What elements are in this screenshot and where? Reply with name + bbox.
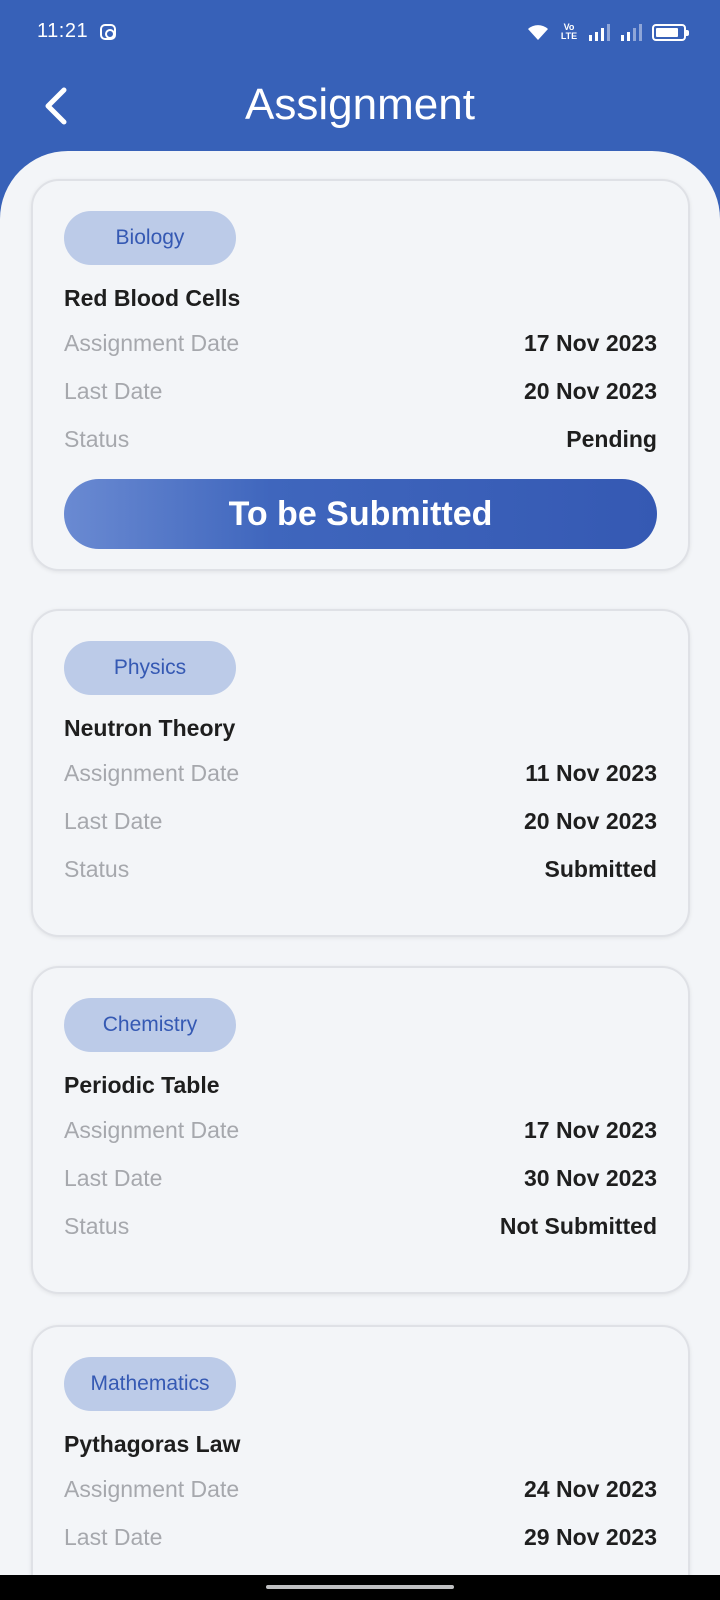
assignment-date-label: Assignment Date: [64, 1116, 240, 1143]
signal-icon: [589, 24, 610, 41]
status-row: Status Pending: [64, 424, 657, 454]
assignment-date-label: Assignment Date: [64, 329, 240, 356]
volte-icon: Vo LTE: [560, 22, 578, 41]
battery-icon: [652, 23, 689, 41]
last-date-value: 20 Nov 2023: [524, 807, 657, 834]
assignment-date-row: Assignment Date 17 Nov 2023: [64, 328, 657, 358]
last-date-value: 29 Nov 2023: [524, 1523, 657, 1550]
assignment-date-row: Assignment Date 11 Nov 2023: [64, 758, 657, 788]
last-date-label: Last Date: [64, 377, 163, 404]
last-date-label: Last Date: [64, 1164, 163, 1191]
status-label: Status: [64, 425, 130, 452]
last-date-row: Last Date 30 Nov 2023: [64, 1163, 657, 1193]
status-label: Status: [64, 855, 130, 882]
signal-icon-2: [621, 24, 642, 41]
assignment-date-value: 24 Nov 2023: [524, 1475, 657, 1502]
last-date-row: Last Date 20 Nov 2023: [64, 806, 657, 836]
home-indicator[interactable]: [266, 1585, 454, 1589]
instagram-icon: [100, 24, 116, 40]
status-value: Not Submitted: [499, 1212, 657, 1239]
assignment-date-label: Assignment Date: [64, 1475, 240, 1502]
assignment-title: Neutron Theory: [64, 715, 236, 741]
page-title: Assignment: [245, 80, 475, 129]
assignment-date-label: Assignment Date: [64, 759, 240, 786]
last-date-label: Last Date: [64, 1523, 163, 1550]
last-date-value: 20 Nov 2023: [524, 377, 657, 404]
assignment-list[interactable]: Biology Red Blood Cells Assignment Date …: [0, 151, 720, 1575]
assignment-title: Red Blood Cells: [64, 285, 241, 311]
assignment-date-value: 11 Nov 2023: [525, 759, 657, 786]
assignment-card[interactable]: Chemistry Periodic Table Assignment Date…: [31, 966, 690, 1294]
assignment-title: Periodic Table: [64, 1072, 220, 1098]
assignment-date-value: 17 Nov 2023: [524, 329, 657, 356]
status-time: 11:21: [37, 20, 89, 42]
status-row: Status Submitted: [64, 854, 657, 884]
assignment-date-row: Assignment Date 24 Nov 2023: [64, 1474, 657, 1504]
subject-chip: Biology: [64, 211, 236, 265]
status-value: Submitted: [544, 855, 657, 882]
subject-chip: Chemistry: [64, 998, 236, 1052]
last-date-row: Last Date 20 Nov 2023: [64, 376, 657, 406]
status-label: Status: [64, 1212, 130, 1239]
assignment-card[interactable]: Biology Red Blood Cells Assignment Date …: [31, 179, 690, 571]
subject-chip: Physics: [64, 641, 236, 695]
assignment-date-row: Assignment Date 17 Nov 2023: [64, 1115, 657, 1145]
status-value: Pending: [566, 425, 657, 452]
assignment-date-value: 17 Nov 2023: [524, 1116, 657, 1143]
subject-chip: Mathematics: [64, 1357, 236, 1411]
assignment-card[interactable]: Mathematics Pythagoras Law Assignment Da…: [31, 1325, 690, 1575]
app-header: Assignment: [0, 64, 720, 152]
wifi-icon: [528, 25, 548, 40]
navigation-bar: [0, 1575, 720, 1600]
status-row: Status Not Submitted: [64, 1211, 657, 1241]
last-date-value: 30 Nov 2023: [524, 1164, 657, 1191]
status-bar: 11:21 Vo LTE: [0, 0, 720, 64]
to-be-submitted-button[interactable]: To be Submitted: [64, 479, 657, 549]
assignment-title: Pythagoras Law: [64, 1431, 241, 1457]
assignment-card[interactable]: Physics Neutron Theory Assignment Date 1…: [31, 609, 690, 937]
status-icons: Vo LTE: [526, 20, 689, 44]
last-date-label: Last Date: [64, 807, 163, 834]
last-date-row: Last Date 29 Nov 2023: [64, 1522, 657, 1552]
